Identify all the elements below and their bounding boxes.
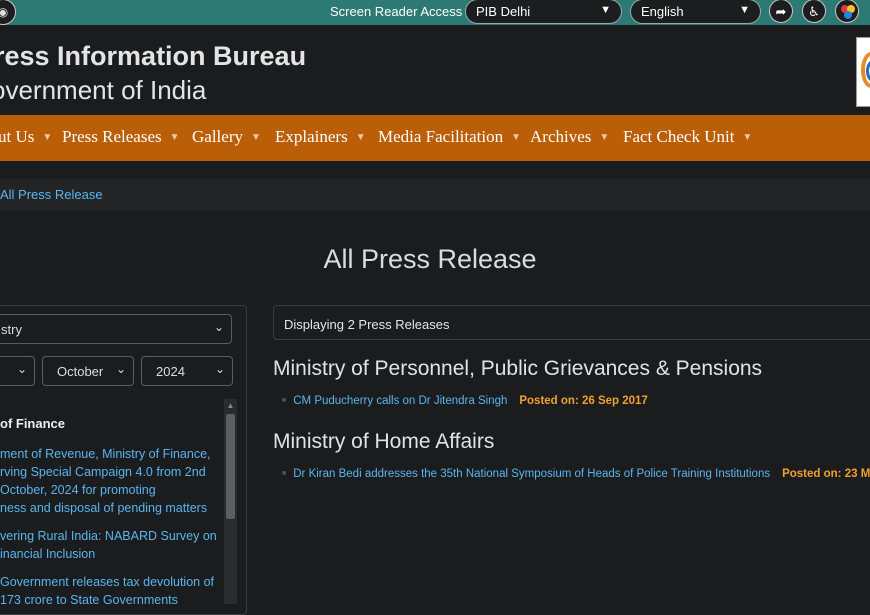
caret-down-icon: ▼: [169, 132, 180, 143]
chevron-down-icon: ▼: [739, 4, 750, 16]
main-nav: ut Us ▼ Press Releases ▼ Gallery ▼ Explaine…: [0, 115, 870, 161]
breadcrumb: All Press Release: [0, 179, 870, 211]
emblem-logo[interactable]: [856, 37, 870, 107]
nav-item-explainers[interactable]: Explainers ▼: [275, 127, 366, 147]
language-select-value: English: [641, 4, 684, 19]
screen-reader-access-link[interactable]: Screen Reader Access: [330, 4, 462, 19]
posted-date: Posted on: 26 Sep 2017: [519, 395, 648, 407]
breadcrumb-link[interactable]: All Press Release: [0, 187, 103, 202]
side-list-link[interactable]: Government releases tax devolution of 17…: [0, 573, 220, 609]
share-icon[interactable]: ➦: [769, 0, 793, 23]
release-item: ■ CM Puducherry calls on Dr Jitendra Sing…: [282, 395, 648, 407]
site-title[interactable]: ress Information Bureau: [0, 41, 306, 72]
chevron-down-icon: ⌄: [214, 362, 225, 376]
results-count-box: Displaying 2 Press Releases: [273, 305, 870, 340]
bullet-icon: ■: [282, 470, 287, 477]
year-select-value: 2024: [156, 364, 185, 379]
scroll-up-icon[interactable]: ▲: [224, 399, 237, 413]
nav-item-fact-check-unit[interactable]: Fact Check Unit ▼: [623, 127, 752, 147]
color-theme-icon[interactable]: [835, 0, 859, 23]
color-dot: [844, 11, 852, 19]
nav-item-archives[interactable]: Archives ▼: [530, 127, 609, 147]
nav-item-press-releases[interactable]: Press Releases ▼: [62, 127, 180, 147]
ministry-select-value: stry: [1, 322, 22, 337]
site-subtitle: overnment of India: [0, 75, 207, 105]
nav-item-gallery[interactable]: Gallery ▼: [192, 127, 261, 147]
caret-down-icon: ▼: [355, 132, 366, 143]
ministry-title: Ministry of Home Affairs: [273, 430, 495, 453]
page-title: All Press Release: [323, 244, 537, 274]
caret-down-icon: ▼: [511, 132, 522, 143]
release-item: ■ Dr Kiran Bedi addresses the 35th Nation…: [282, 468, 870, 480]
day-select[interactable]: ⌄: [0, 356, 35, 386]
site-header: ress Information Bureau overnment of Ind…: [0, 25, 870, 115]
caret-down-icon: ▼: [599, 132, 610, 143]
caret-down-icon: ▼: [250, 132, 261, 143]
region-select[interactable]: PIB Delhi ▼: [465, 0, 622, 24]
year-select[interactable]: 2024 ⌄: [141, 356, 233, 386]
month-select-value: October: [57, 364, 104, 379]
month-select[interactable]: October ⌄: [42, 356, 134, 386]
release-link[interactable]: Dr Kiran Bedi addresses the 35th Nationa…: [293, 468, 770, 480]
rss-icon[interactable]: ◉: [0, 0, 16, 25]
nav-item-media-facilitation[interactable]: Media Facilitation ▼: [378, 127, 521, 147]
scrollbar-thumb[interactable]: [226, 414, 235, 519]
side-list-link[interactable]: vering Rural India: NABARD Survey on ina…: [0, 527, 220, 563]
chevron-down-icon: ⌄: [115, 362, 126, 376]
caret-down-icon: ▼: [42, 132, 53, 143]
accessibility-icon[interactable]: ♿: [802, 0, 826, 23]
side-list-scrollbar[interactable]: ▲: [224, 399, 237, 604]
chevron-down-icon: ⌄: [213, 320, 224, 334]
bullet-icon: ■: [282, 397, 287, 404]
ministry-heading: of Finance: [0, 416, 66, 431]
caret-down-icon: ▼: [742, 132, 753, 143]
region-select-value: PIB Delhi: [476, 4, 531, 19]
posted-date: Posted on: 23 M: [782, 468, 870, 480]
ministry-select[interactable]: stry ⌄: [0, 314, 232, 344]
language-select[interactable]: English ▼: [630, 0, 761, 24]
ministry-title: Ministry of Personnel, Public Grievances…: [273, 357, 763, 380]
accessibility-topbar: ◉ Screen Reader Access PIB Delhi ▼ Engli…: [0, 0, 870, 25]
results-count-text: Displaying 2 Press Releases: [284, 317, 450, 332]
chevron-down-icon: ▼: [600, 4, 611, 16]
side-list-link[interactable]: ment of Revenue, Ministry of Finance, rv…: [0, 445, 220, 517]
release-link[interactable]: CM Puducherry calls on Dr Jitendra Singh: [293, 395, 507, 407]
nav-item-about-us[interactable]: ut Us ▼: [0, 127, 52, 147]
chevron-down-icon: ⌄: [16, 362, 27, 376]
